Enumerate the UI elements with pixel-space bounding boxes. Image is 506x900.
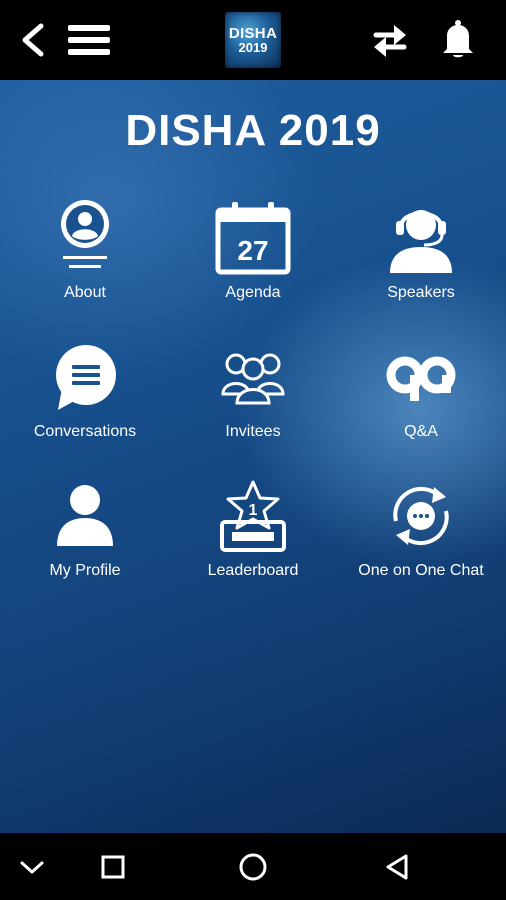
sync-arrows-icon (373, 25, 407, 57)
leaderboard-rank-text: 1 (249, 502, 258, 519)
chat-cycle-icon (381, 476, 461, 556)
menu-tile-label: Agenda (225, 284, 281, 301)
menu-tile-label: About (64, 284, 106, 301)
menu-tile-my-profile[interactable]: My Profile (1, 476, 169, 596)
notifications-button[interactable] (434, 16, 482, 62)
menu-tile-speakers[interactable]: Speakers (337, 198, 505, 318)
logo-text-secondary: 2019 (238, 39, 268, 55)
menu-tile-label: Speakers (387, 284, 455, 301)
hamburger-menu-icon (68, 25, 110, 55)
menu-tile-about[interactable]: About (1, 198, 169, 318)
menu-tile-leaderboard[interactable]: 1 Leaderboard (169, 476, 337, 596)
chevron-down-icon (20, 861, 44, 874)
trophy-star-icon: 1 (213, 476, 293, 556)
chat-bubble-icon (45, 337, 125, 417)
menu-tile-conversations[interactable]: Conversations (1, 337, 169, 457)
menu-tile-label: My Profile (49, 562, 121, 579)
menu-tile-label: Conversations (33, 423, 137, 440)
menu-tile-label: Invitees (225, 423, 281, 440)
calendar-icon: 27 (213, 198, 293, 278)
app-logo: DISHA 2019 (225, 12, 281, 68)
back-triangle-icon (386, 854, 408, 880)
profile-card-icon (45, 198, 125, 278)
chevron-left-icon (22, 23, 44, 57)
recents-button[interactable] (96, 850, 130, 884)
menu-tile-label: Q&A (404, 423, 438, 440)
recents-square-icon (101, 855, 125, 879)
bell-icon (443, 20, 473, 58)
qa-icon (381, 337, 461, 417)
home-circle-icon (239, 853, 267, 881)
top-app-bar: DISHA 2019 (0, 0, 506, 80)
user-icon (45, 476, 125, 556)
hide-nav-button[interactable] (15, 850, 49, 884)
menu-tile-invitees[interactable]: Invitees (169, 337, 337, 457)
group-icon (213, 337, 293, 417)
back-button[interactable] (10, 18, 54, 62)
menu-tile-label: Leaderboard (207, 562, 299, 579)
home-button[interactable] (236, 850, 270, 884)
menu-tile-one-on-one-chat[interactable]: One on One Chat (337, 476, 505, 596)
system-back-button[interactable] (380, 850, 414, 884)
home-dashboard: DISHA 2019 About 27 Agenda Speakers Conv… (0, 80, 506, 833)
logo-text-primary: DISHA (228, 24, 278, 42)
menu-tile-qa[interactable]: Q&A (337, 337, 505, 457)
page-title: DISHA 2019 (125, 106, 381, 155)
headset-icon (381, 198, 461, 278)
calendar-day-text: 27 (237, 235, 268, 266)
sync-button[interactable] (366, 18, 414, 62)
menu-tile-agenda[interactable]: 27 Agenda (169, 198, 337, 318)
menu-tile-label: One on One Chat (358, 562, 484, 579)
system-navigation-bar (0, 833, 506, 900)
menu-button[interactable] (62, 18, 116, 62)
